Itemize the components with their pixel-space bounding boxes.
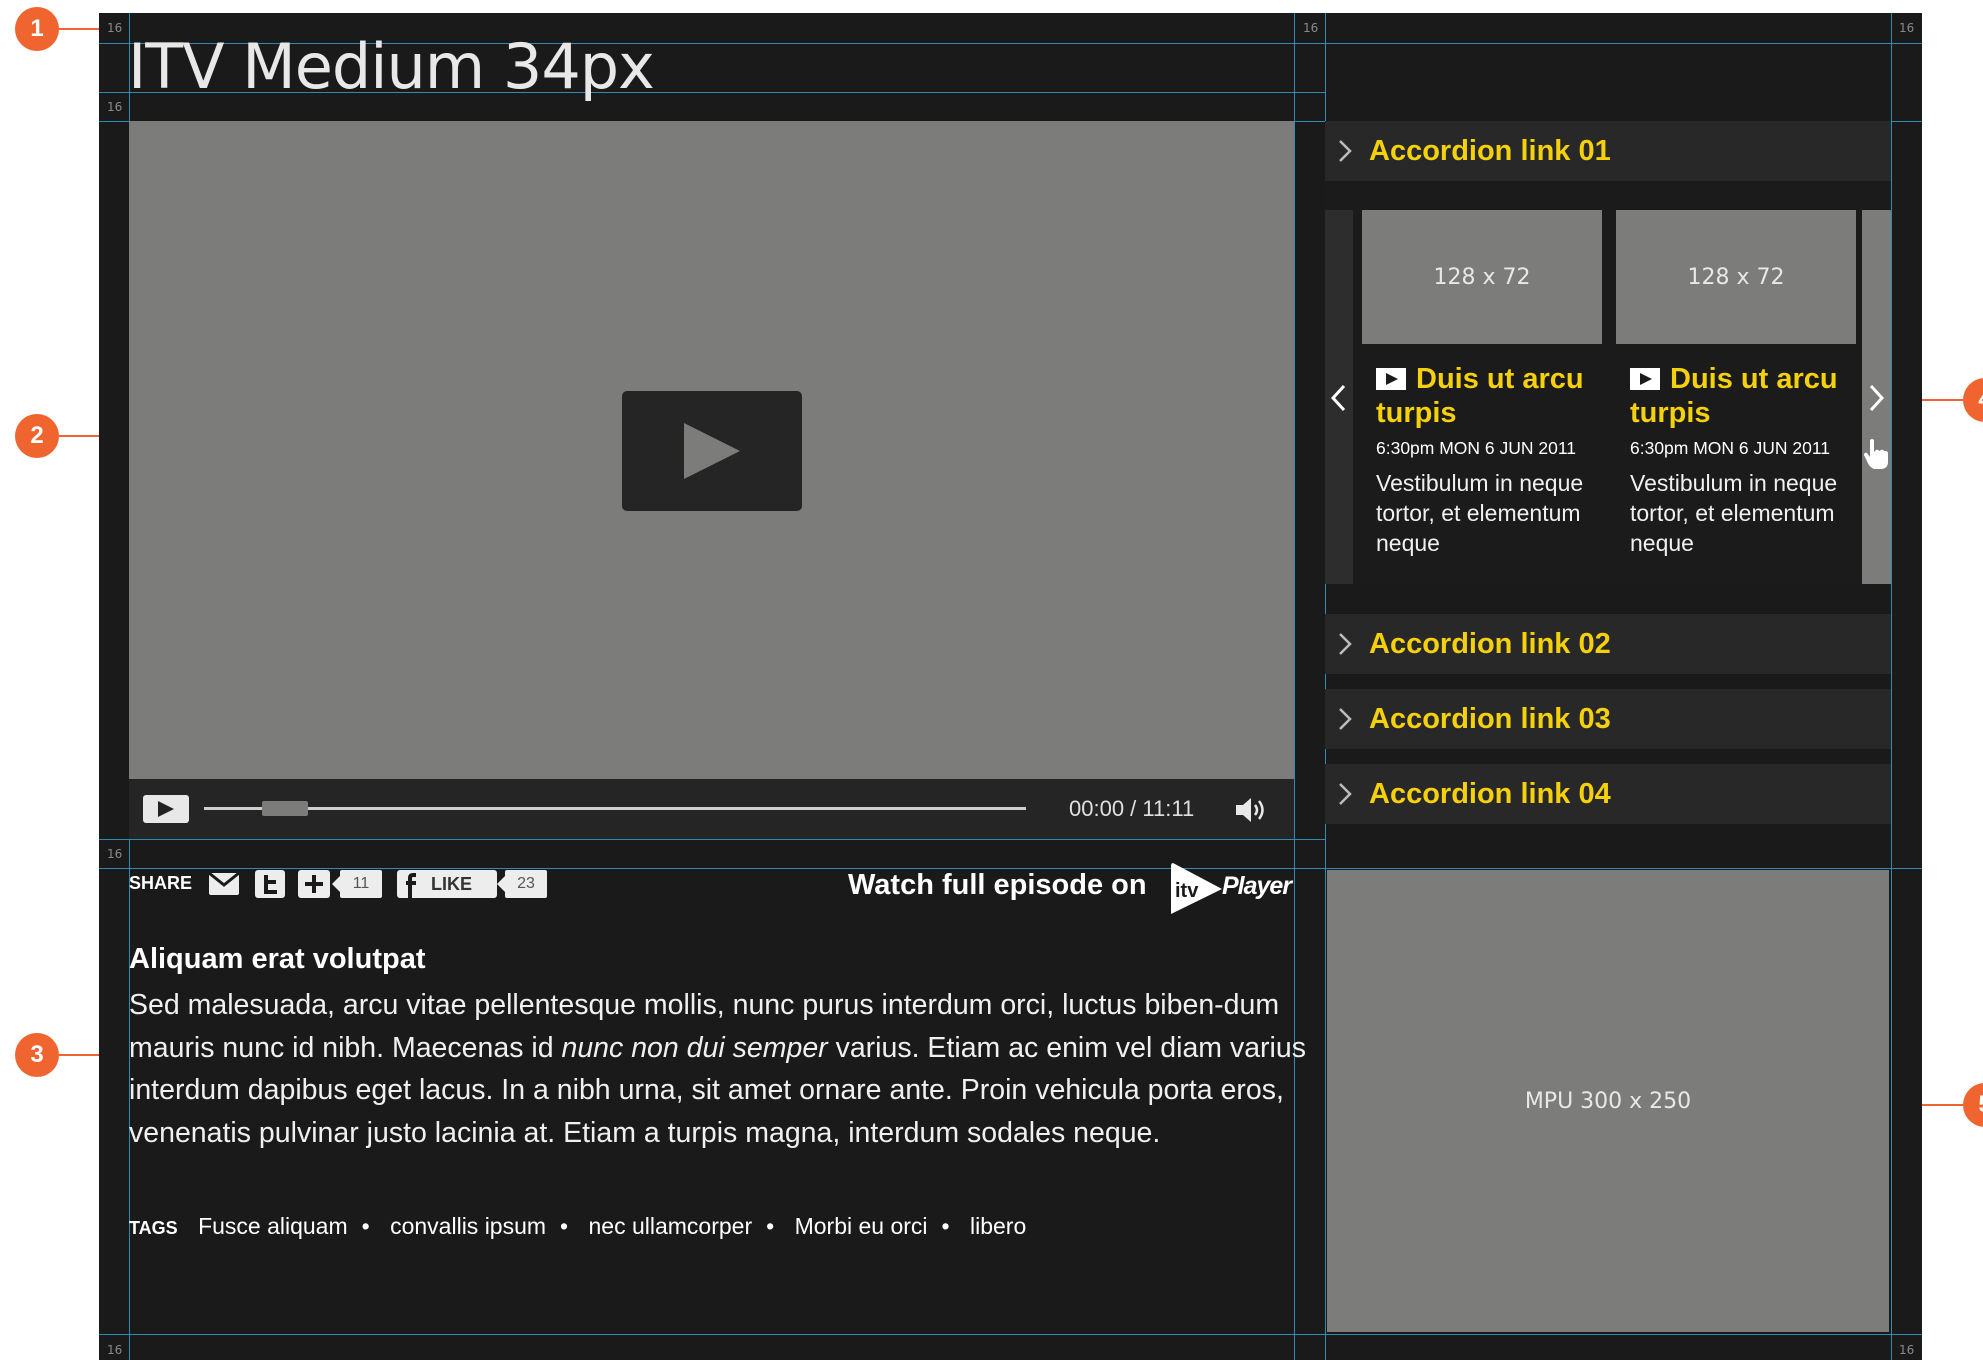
accordion-link-02[interactable]: Accordion link 02 bbox=[1325, 614, 1891, 674]
like-label: LIKE bbox=[431, 874, 473, 894]
tag-separator: • bbox=[941, 1213, 950, 1239]
video-controls: 00:00 / 11:11 bbox=[129, 779, 1294, 839]
video-player[interactable] bbox=[129, 121, 1294, 779]
plus-count: 11 bbox=[332, 870, 382, 898]
gutter-label: 16 bbox=[1899, 1343, 1915, 1357]
tags-label: TAGS bbox=[129, 1218, 178, 1238]
card-date: 6:30pm MON 6 JUN 2011 bbox=[1376, 438, 1577, 458]
card-title-text: Duis ut arcu turpis bbox=[1376, 363, 1584, 429]
marker-2: 2 bbox=[15, 414, 59, 458]
tag-link[interactable]: convallis ipsum bbox=[390, 1213, 546, 1239]
facebook-icon bbox=[406, 873, 416, 898]
card-description: Vestibulum in neque tortor, et elementum… bbox=[1376, 470, 1584, 556]
gutter-label: 16 bbox=[1303, 21, 1319, 35]
accordion-link-03[interactable]: Accordion link 03 bbox=[1325, 689, 1891, 749]
marker-connector bbox=[1922, 399, 1963, 401]
plus-share-button[interactable] bbox=[298, 870, 330, 898]
mpu-ad-placeholder: MPU 300 x 250 bbox=[1327, 870, 1889, 1332]
tag-separator: • bbox=[766, 1213, 775, 1239]
gutter-label: 16 bbox=[107, 847, 123, 861]
play-icon bbox=[684, 423, 740, 479]
marker-5: 5 bbox=[1963, 1083, 1983, 1127]
gutter-label: 16 bbox=[1899, 21, 1915, 35]
marker-3: 3 bbox=[15, 1033, 59, 1077]
carousel-card[interactable]: 128 x 72 Duis ut arcu turpis 6:30pm MON … bbox=[1616, 210, 1856, 556]
tag-link[interactable]: Fusce aliquam bbox=[198, 1213, 348, 1239]
card-description: Vestibulum in neque tortor, et elementum… bbox=[1630, 470, 1838, 556]
email-share-icon[interactable] bbox=[209, 873, 239, 895]
player-text[interactable]: Player bbox=[1222, 872, 1292, 901]
like-count: 23 bbox=[497, 870, 547, 898]
marker-1: 1 bbox=[15, 7, 59, 51]
tag-link[interactable]: Morbi eu orci bbox=[795, 1213, 928, 1239]
tag-link[interactable]: libero bbox=[970, 1213, 1026, 1239]
accordion-link-01[interactable]: Accordion link 01 bbox=[1325, 121, 1891, 181]
watch-episode-text[interactable]: Watch full episode on bbox=[848, 869, 1147, 902]
timecode: 00:00 / 11:11 bbox=[1069, 796, 1195, 821]
tags-row: TAGS Fusce aliquam • convallis ipsum • nec… bbox=[129, 1213, 1026, 1240]
carousel-card[interactable]: 128 x 72 Duis ut arcu turpis 6:30pm MON … bbox=[1362, 210, 1602, 556]
big-play-button[interactable] bbox=[622, 391, 802, 511]
guide-line bbox=[99, 839, 1325, 840]
play-button[interactable] bbox=[143, 795, 189, 823]
marker-4: 4 bbox=[1963, 378, 1983, 422]
twitter-share-button[interactable] bbox=[255, 870, 285, 898]
article-heading: Aliquam erat volutpat bbox=[129, 943, 426, 975]
accordion-label: Accordion link 02 bbox=[1369, 628, 1611, 660]
twitter-icon bbox=[264, 875, 277, 894]
play-icon bbox=[158, 801, 174, 817]
video-icon bbox=[1630, 368, 1660, 390]
hand-cursor-icon bbox=[1864, 439, 1888, 469]
itv-player-logo[interactable]: itv bbox=[1168, 861, 1224, 917]
card-date: 6:30pm MON 6 JUN 2011 bbox=[1630, 438, 1831, 458]
article-body-emphasis: nunc non dui semper bbox=[561, 1031, 828, 1064]
page-title: ITV Medium 34px bbox=[128, 30, 655, 103]
gutter-label: 16 bbox=[107, 1343, 123, 1357]
progress-handle[interactable] bbox=[262, 801, 308, 816]
guide-line bbox=[1891, 13, 1892, 1360]
tag-link[interactable]: nec ullamcorper bbox=[589, 1213, 753, 1239]
volume-icon[interactable] bbox=[1234, 796, 1268, 824]
marker-connector bbox=[59, 435, 99, 437]
card-thumbnail: 128 x 72 bbox=[1362, 210, 1602, 344]
guide-line bbox=[1294, 13, 1295, 1360]
chevron-right-icon bbox=[1339, 633, 1352, 655]
accordion-label: Accordion link 03 bbox=[1369, 703, 1611, 735]
marker-connector bbox=[59, 28, 99, 30]
accordion-label: Accordion link 04 bbox=[1369, 778, 1611, 810]
article-body: Sed malesuada, arcu vitae pellentesque m… bbox=[129, 984, 1309, 1154]
marker-connector bbox=[59, 1054, 99, 1056]
tag-separator: • bbox=[361, 1213, 370, 1239]
share-label: SHARE bbox=[129, 873, 193, 893]
accordion-label: Accordion link 01 bbox=[1369, 135, 1611, 167]
chevron-right-icon bbox=[1339, 783, 1352, 805]
video-icon bbox=[1376, 368, 1406, 390]
chevron-right-icon bbox=[1339, 708, 1352, 730]
chevron-left-icon[interactable] bbox=[1329, 383, 1349, 413]
card-title: Duis ut arcu turpis bbox=[1630, 362, 1860, 430]
gutter-label: 16 bbox=[107, 21, 123, 35]
marker-connector bbox=[1922, 1104, 1963, 1106]
chevron-right-icon[interactable] bbox=[1866, 383, 1886, 413]
chevron-right-icon bbox=[1339, 140, 1352, 162]
plus-icon bbox=[305, 875, 323, 893]
accordion-link-04[interactable]: Accordion link 04 bbox=[1325, 764, 1891, 824]
guide-line bbox=[99, 1334, 1922, 1335]
facebook-like-button[interactable]: LIKE bbox=[397, 870, 497, 898]
progress-bar[interactable] bbox=[204, 801, 1026, 816]
card-thumbnail: 128 x 72 bbox=[1616, 210, 1856, 344]
tag-separator: • bbox=[560, 1213, 569, 1239]
gutter-label: 16 bbox=[107, 100, 123, 114]
itv-badge-text: itv bbox=[1175, 880, 1199, 902]
card-title-text: Duis ut arcu turpis bbox=[1630, 363, 1838, 429]
card-title: Duis ut arcu turpis bbox=[1376, 362, 1606, 430]
